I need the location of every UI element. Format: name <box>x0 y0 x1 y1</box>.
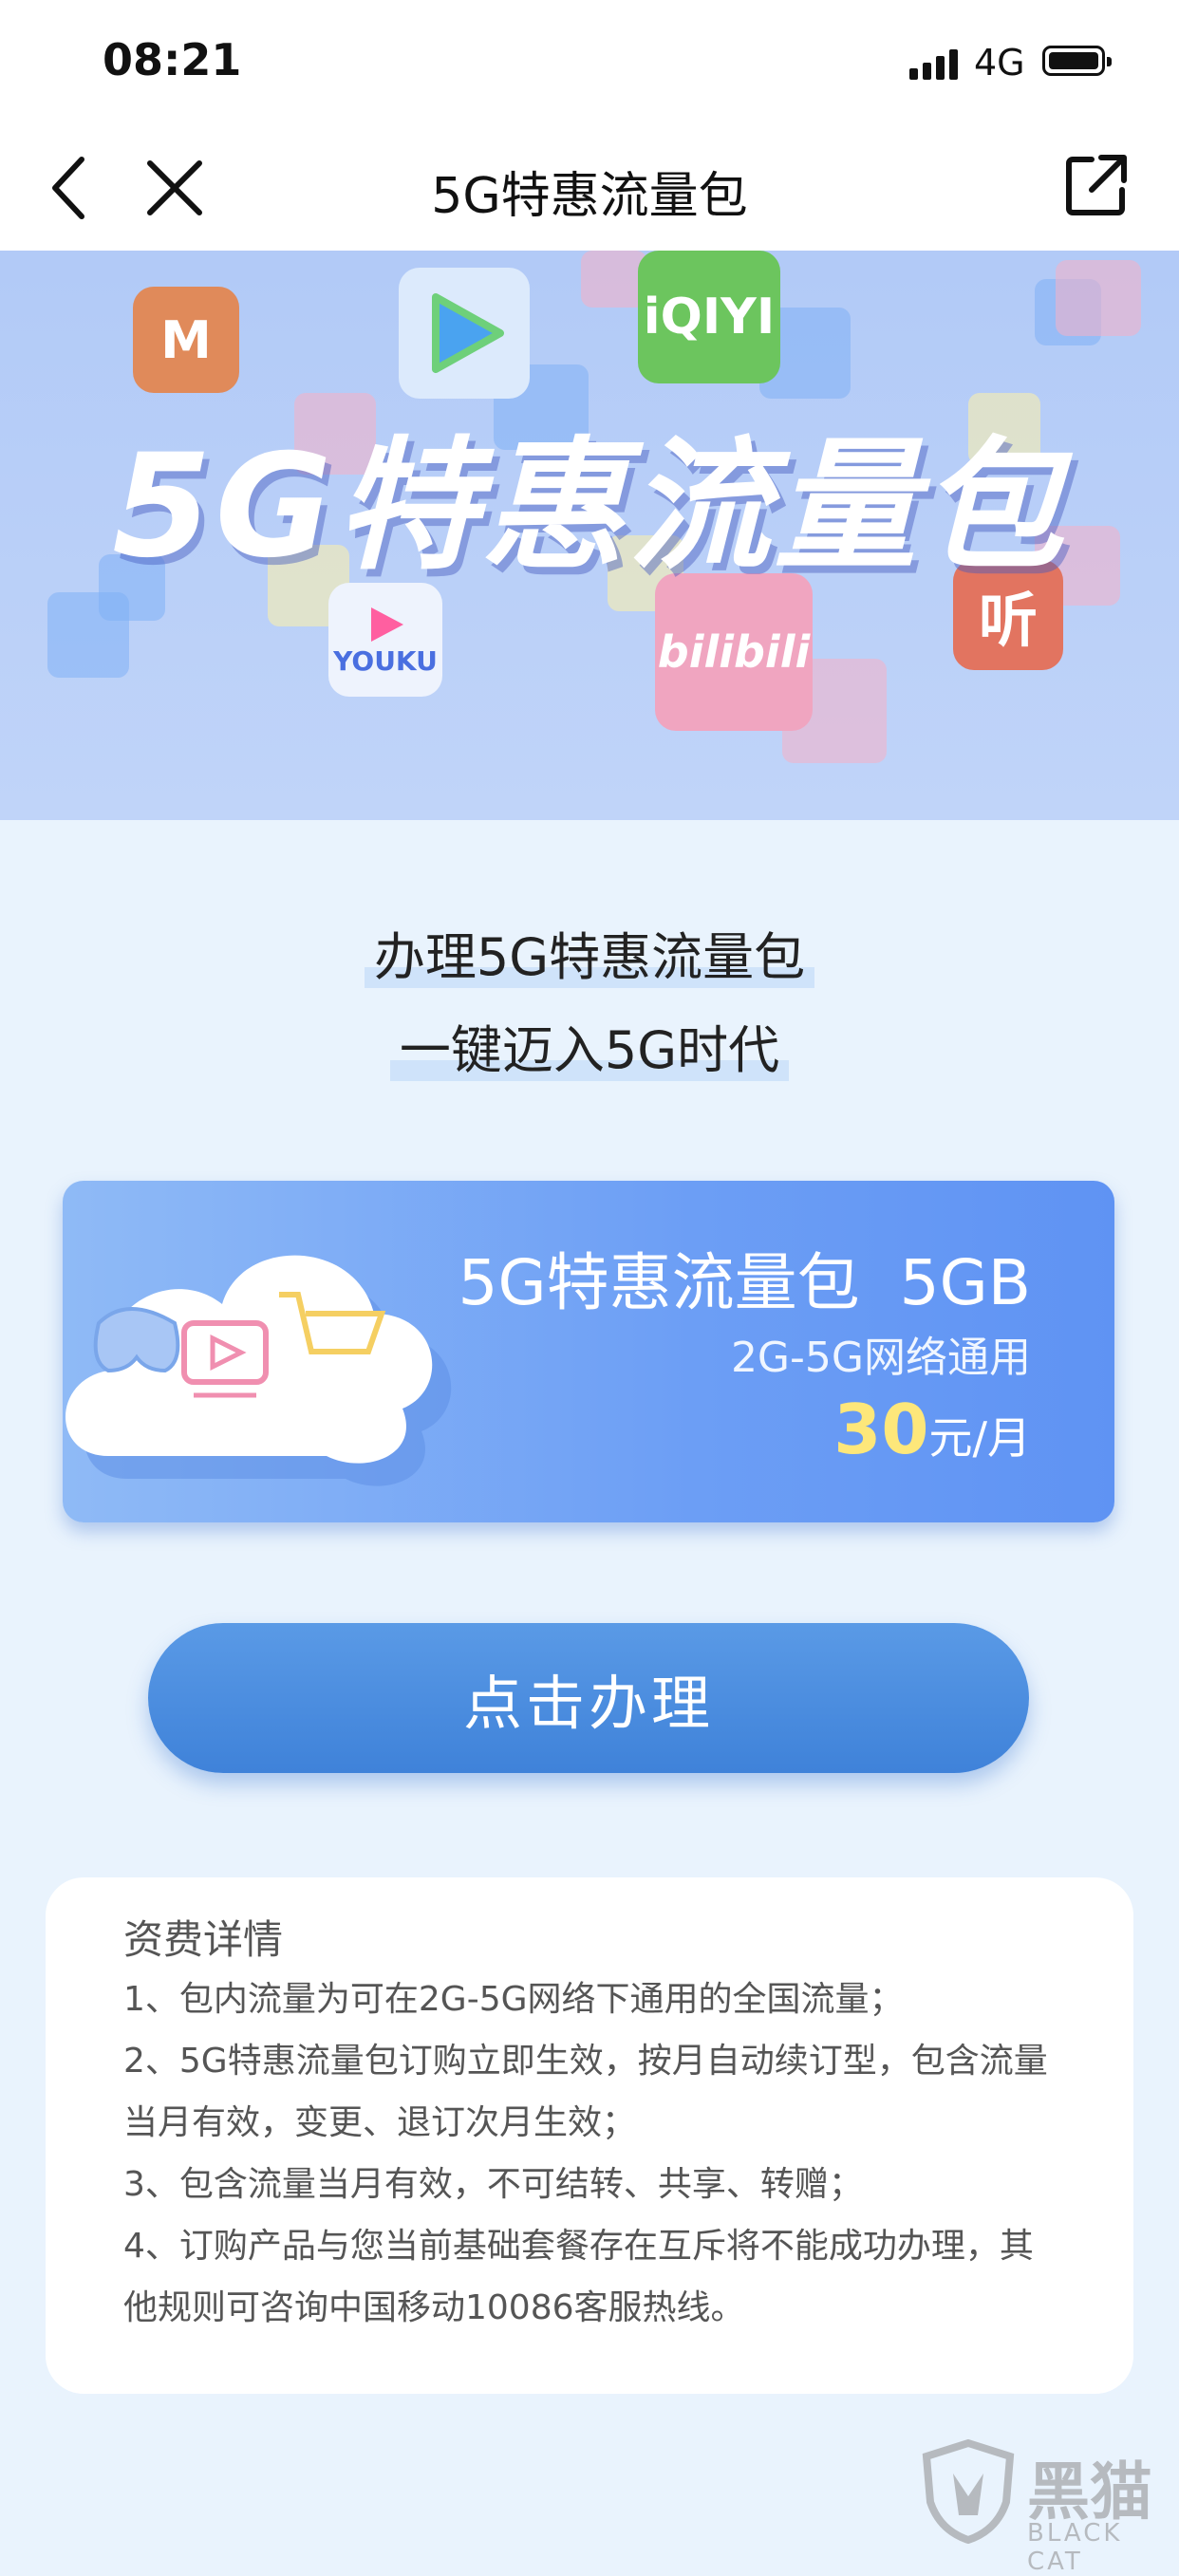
fee-details-title: 资费详情 <box>123 1916 284 1963</box>
fee-detail-line: 1、包内流量为可在2G-5G网络下通用的全国流量； <box>123 1980 904 2019</box>
battery-icon <box>1042 46 1112 76</box>
fee-details-list: 1、包内流量为可在2G-5G网络下通用的全国流量； 2、5G特惠流量包订购立即生… <box>123 1969 1158 2339</box>
slogan-line-1: 办理5G特惠流量包 <box>0 915 1179 990</box>
fee-details-panel: 资费详情 1、包内流量为可在2G-5G网络下通用的全国流量； 2、5G特惠流量包… <box>46 1877 1133 2394</box>
cloud-illustration <box>66 1255 452 1486</box>
fee-detail-line: 2、5G特惠流量包订购立即生效，按月自动续订型，包含流量 <box>123 2042 1048 2081</box>
cat-shield-icon <box>922 2438 1015 2545</box>
package-network: 2G-5G网络通用 <box>730 1334 1031 1382</box>
mgtv-app-icon: M <box>133 287 239 393</box>
network-type: 4G <box>974 42 1025 84</box>
price-unit: 元/月 <box>928 1412 1032 1464</box>
fee-detail-line: 他规则可咨询中国移动10086客服热线。 <box>123 2288 745 2327</box>
navigation-bar: 5G特惠流量包 <box>0 125 1179 252</box>
fee-detail-line: 3、包含流量当月有效，不可结转、共享、转赠； <box>123 2165 863 2204</box>
iqiyi-app-icon: iQIYI <box>638 251 780 383</box>
package-price: 30元/月 <box>833 1390 1031 1469</box>
page-title: 5G特惠流量包 <box>431 168 748 225</box>
status-time: 08:21 <box>103 34 242 85</box>
fee-detail-line: 当月有效，变更、退订次月生效； <box>123 2103 637 2142</box>
share-icon[interactable] <box>1063 152 1130 218</box>
package-card[interactable]: 5G特惠流量包 5GB 2G-5G网络通用 30元/月 <box>63 1181 1114 1522</box>
tencent-video-icon <box>399 268 530 399</box>
slogan-line-2: 一键迈入5G时代 <box>0 1008 1179 1083</box>
black-cat-watermark: 黑猫 BLACK CAT <box>921 2438 1177 2576</box>
promo-banner: M iQIYI YOUKU bilibili 听 5G特惠流量包 <box>0 251 1179 820</box>
subscribe-button[interactable]: 点击办理 <box>148 1623 1029 1773</box>
watermark-subtext: BLACK CAT <box>1027 2519 1123 2576</box>
status-bar: 08:21 4G <box>0 0 1179 125</box>
signal-icon <box>909 47 961 80</box>
banner-title: 5G特惠流量包 <box>112 424 1067 589</box>
youku-app-icon: YOUKU <box>328 583 442 697</box>
package-name: 5G特惠流量包 5GB <box>458 1246 1031 1319</box>
price-value: 30 <box>833 1390 929 1469</box>
fee-detail-line: 4、订购产品与您当前基础套餐存在互斥将不能成功办理，其 <box>123 2227 1034 2266</box>
